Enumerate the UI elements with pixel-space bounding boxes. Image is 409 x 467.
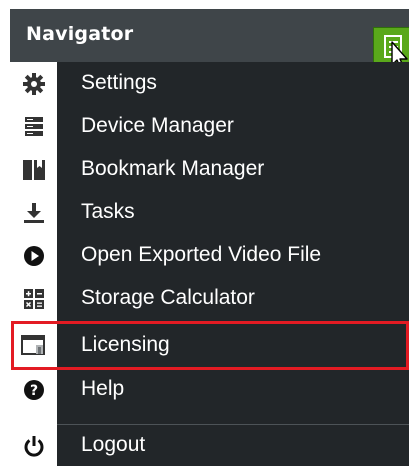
- menu-item-tasks[interactable]: Tasks: [10, 191, 409, 234]
- menu-item-open-exported-video[interactable]: Open Exported Video File: [10, 234, 409, 277]
- menu-item-label: Help: [81, 377, 125, 400]
- navigator-title: Navigator: [26, 23, 134, 45]
- svg-text:?: ?: [29, 383, 37, 399]
- navigator-header: Navigator: [10, 9, 409, 66]
- bookmark-icon: [10, 148, 57, 191]
- calculator-icon: [10, 277, 57, 320]
- menu-item-storage-calculator[interactable]: Storage Calculator: [10, 277, 409, 320]
- help-icon: ?: [10, 368, 57, 411]
- navigator-menu: Settings Device Manager Bookmark Manager…: [10, 62, 409, 466]
- menu-item-label: Device Manager: [81, 114, 234, 137]
- licensing-highlight-box: [11, 321, 409, 370]
- gear-icon: [10, 62, 57, 105]
- download-icon: [10, 191, 57, 234]
- menu-item-label: Settings: [81, 71, 157, 94]
- play-icon: [10, 234, 57, 277]
- menu-item-settings[interactable]: Settings: [10, 62, 409, 105]
- menu-item-label: Tasks: [81, 200, 135, 223]
- menu-item-bookmark-manager[interactable]: Bookmark Manager: [10, 148, 409, 191]
- server-icon: [10, 105, 57, 148]
- menu-item-device-manager[interactable]: Device Manager: [10, 105, 409, 148]
- power-icon: [10, 424, 57, 467]
- menu-item-label: Logout: [81, 433, 146, 456]
- menu-item-help[interactable]: ? Help: [10, 368, 409, 411]
- menu-item-logout[interactable]: Logout: [10, 424, 409, 467]
- menu-item-label: Storage Calculator: [81, 286, 255, 309]
- navigator-panel: Navigator Settings Device Manager Bookma…: [0, 0, 409, 466]
- menu-item-label: Bookmark Manager: [81, 157, 265, 180]
- menu-item-label: Open Exported Video File: [81, 243, 322, 266]
